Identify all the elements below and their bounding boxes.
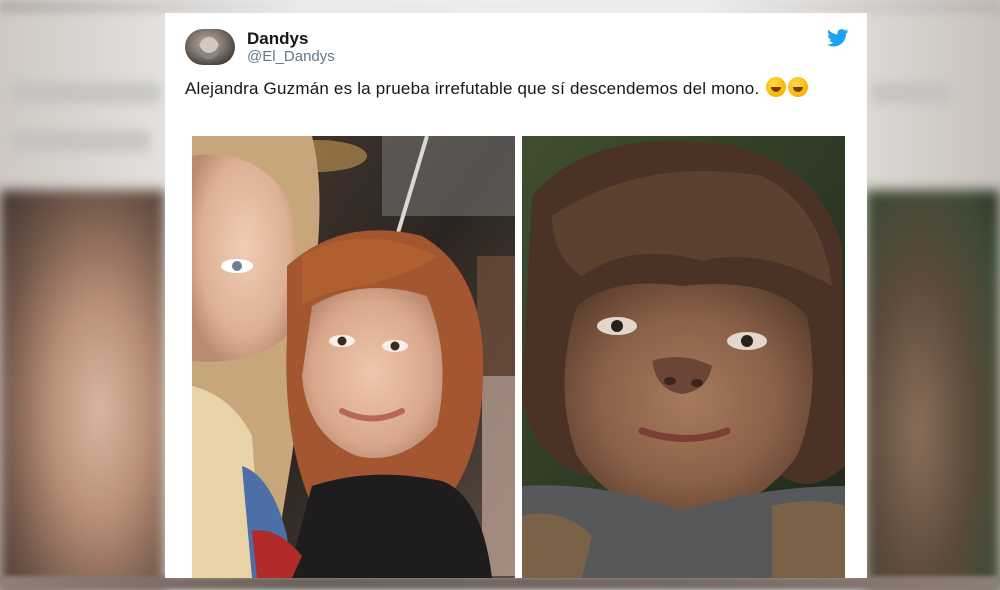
twitter-bird-icon[interactable] bbox=[827, 29, 849, 47]
rolling-on-floor-laughing-emoji-icon bbox=[788, 77, 809, 97]
author-names: Dandys @El_Dandys bbox=[247, 29, 335, 66]
display-name[interactable]: Dandys bbox=[247, 29, 335, 49]
tweet-photo-right[interactable] bbox=[522, 136, 845, 578]
tweet-text-block: Alejandra Guzmán es la prueba irrefutabl… bbox=[185, 77, 835, 100]
tweet-card: Dandys @El_Dandys Alejandra Guzmán es la… bbox=[165, 13, 867, 578]
ape-character-photo-illustration bbox=[522, 136, 845, 578]
background-bottom-strip bbox=[0, 576, 1000, 590]
rolling-on-floor-laughing-emoji-icon bbox=[766, 77, 787, 97]
avatar[interactable] bbox=[185, 29, 235, 65]
blurred-text-line bbox=[10, 130, 150, 152]
blurred-text-line bbox=[10, 82, 160, 104]
screenshot-stage: Dandys @El_Dandys Alejandra Guzmán es la… bbox=[0, 0, 1000, 590]
blurred-text-line bbox=[872, 82, 952, 104]
selfie-photo-illustration bbox=[192, 136, 515, 578]
blurred-left-photo bbox=[0, 190, 165, 590]
tweet-text: Alejandra Guzmán es la prueba irrefutabl… bbox=[185, 79, 760, 98]
tweet-header: Dandys @El_Dandys bbox=[185, 27, 335, 67]
background-top-strip bbox=[0, 0, 1000, 14]
tweet-photo-left[interactable] bbox=[192, 136, 515, 578]
blurred-right-photo bbox=[865, 190, 1000, 590]
handle[interactable]: @El_Dandys bbox=[247, 48, 335, 65]
